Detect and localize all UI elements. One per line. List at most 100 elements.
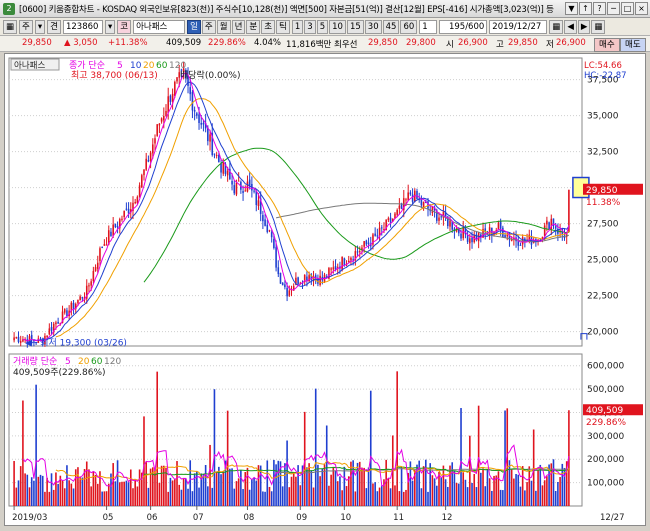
candle-body bbox=[209, 134, 211, 142]
candle-body bbox=[262, 215, 264, 222]
window-button-0[interactable]: ▼ bbox=[565, 2, 578, 15]
volume-bar bbox=[26, 474, 29, 506]
candle-body bbox=[163, 115, 165, 121]
interval-button-5[interactable]: 30 bbox=[364, 19, 382, 34]
mini-button[interactable]: 코 bbox=[117, 19, 132, 34]
candle-body bbox=[343, 258, 346, 266]
candle-body bbox=[96, 262, 99, 269]
volume-bar bbox=[524, 490, 526, 506]
volume-bar bbox=[436, 485, 438, 506]
volume-bar bbox=[314, 388, 317, 506]
volume-bar bbox=[248, 489, 251, 506]
stock-chart[interactable]: 37,50035,00032,50030,00027,50025,00022,5… bbox=[5, 54, 645, 525]
price-legend-period: 10 bbox=[130, 61, 142, 71]
volume-bar bbox=[268, 486, 271, 506]
volume-bar bbox=[554, 490, 557, 506]
volume-bar bbox=[398, 491, 401, 506]
volume-bar bbox=[378, 487, 381, 506]
volume-bar bbox=[41, 475, 44, 506]
market-select[interactable]: 주 bbox=[19, 19, 33, 34]
window-button-5[interactable]: × bbox=[635, 2, 648, 15]
volume-bar bbox=[85, 461, 88, 506]
volume-bar bbox=[207, 486, 209, 506]
volume-bar bbox=[455, 482, 458, 506]
volume-bar bbox=[444, 479, 447, 506]
period-button-2[interactable]: 월 bbox=[216, 19, 231, 34]
volume-bar bbox=[160, 465, 163, 506]
interval-button-6[interactable]: 45 bbox=[382, 19, 400, 34]
stock-code-input[interactable]: 123860 bbox=[62, 19, 103, 34]
volume-bar bbox=[264, 491, 266, 506]
volume-bar bbox=[270, 491, 273, 506]
volume-bar bbox=[477, 405, 480, 506]
volume-bar bbox=[138, 469, 141, 506]
toolbar-tool-button-3[interactable]: ▦ bbox=[591, 19, 606, 34]
candle-body bbox=[504, 235, 506, 238]
candle-body bbox=[554, 226, 557, 229]
volume-bar bbox=[39, 474, 42, 506]
date-input[interactable]: 2019/12/27 bbox=[489, 19, 548, 34]
volume-bar bbox=[251, 479, 253, 506]
window-button-3[interactable]: ─ bbox=[607, 2, 620, 15]
sell-button[interactable]: 매도 bbox=[620, 38, 646, 52]
market-dropdown-icon[interactable]: ▾ bbox=[34, 19, 46, 34]
step-input[interactable]: 1 bbox=[419, 19, 438, 34]
candle-body bbox=[222, 161, 225, 174]
candle-body bbox=[121, 218, 123, 220]
volume-bar bbox=[46, 477, 48, 506]
date-tick-label: 11 bbox=[393, 513, 404, 523]
candle-body bbox=[365, 240, 368, 245]
interval-button-2[interactable]: 5 bbox=[316, 19, 329, 34]
price-legend-label: 종가 단순 bbox=[69, 60, 105, 71]
period-button-4[interactable]: 분 bbox=[246, 19, 261, 34]
candle-body bbox=[405, 199, 407, 201]
volume-bar bbox=[37, 476, 40, 506]
period-button-6[interactable]: 틱 bbox=[276, 19, 290, 34]
layout-button[interactable]: ▦ bbox=[3, 19, 18, 34]
interval-button-3[interactable]: 10 bbox=[329, 19, 346, 34]
volume-bar bbox=[123, 481, 125, 506]
volume-bar bbox=[101, 491, 103, 506]
period-button-5[interactable]: 초 bbox=[261, 19, 276, 34]
volume-bar bbox=[163, 465, 165, 506]
window-button-2[interactable]: ? bbox=[593, 2, 606, 15]
volume-bar bbox=[339, 476, 341, 506]
volume-bar bbox=[107, 483, 110, 506]
page-count-input[interactable]: 195/600 bbox=[439, 19, 488, 34]
window-button-1[interactable]: ↑ bbox=[579, 2, 592, 15]
candle-body bbox=[257, 200, 260, 206]
period-button-3[interactable]: 년 bbox=[231, 19, 246, 34]
volume-legend-period: 60 bbox=[91, 357, 103, 367]
candle-body bbox=[55, 322, 57, 325]
volume-bar bbox=[281, 486, 284, 506]
chart-panel[interactable]: 37,50035,00032,50030,00027,50025,00022,5… bbox=[4, 53, 646, 526]
volume-current-tag: 409,509 bbox=[586, 406, 623, 416]
candle-body bbox=[196, 113, 198, 116]
volume-bar bbox=[90, 486, 92, 506]
period-button-1[interactable]: 주 bbox=[201, 19, 216, 34]
candle-body bbox=[469, 238, 471, 244]
volume-bar bbox=[79, 477, 81, 506]
candle-body bbox=[233, 185, 236, 194]
stock-name-tag: 아나패스 bbox=[14, 60, 45, 71]
interval-button-1[interactable]: 3 bbox=[304, 19, 316, 34]
best-bid: 29,800 bbox=[406, 38, 436, 48]
toolbar-tool-button-0[interactable]: ▦ bbox=[549, 19, 564, 34]
candle-body bbox=[279, 272, 282, 284]
view-select[interactable]: 견 bbox=[47, 19, 61, 34]
candle-body bbox=[398, 205, 401, 209]
period-button-0[interactable]: 일 bbox=[187, 19, 201, 34]
price-change-pct: +11.38% bbox=[108, 38, 148, 48]
candle-body bbox=[237, 180, 240, 182]
volume-bar bbox=[532, 429, 535, 506]
interval-button-7[interactable]: 60 bbox=[400, 19, 418, 34]
buy-button[interactable]: 매수 bbox=[594, 38, 620, 52]
interval-button-0[interactable]: 1 bbox=[291, 19, 304, 34]
volume-bar bbox=[121, 481, 123, 506]
interval-button-4[interactable]: 15 bbox=[346, 19, 364, 34]
volume-bar bbox=[231, 468, 233, 506]
code-dropdown-icon[interactable]: ▾ bbox=[104, 19, 116, 34]
window-button-4[interactable]: □ bbox=[621, 2, 634, 15]
toolbar-tool-button-2[interactable]: ▶ bbox=[577, 19, 591, 34]
toolbar-tool-button-1[interactable]: ◀ bbox=[564, 19, 577, 34]
